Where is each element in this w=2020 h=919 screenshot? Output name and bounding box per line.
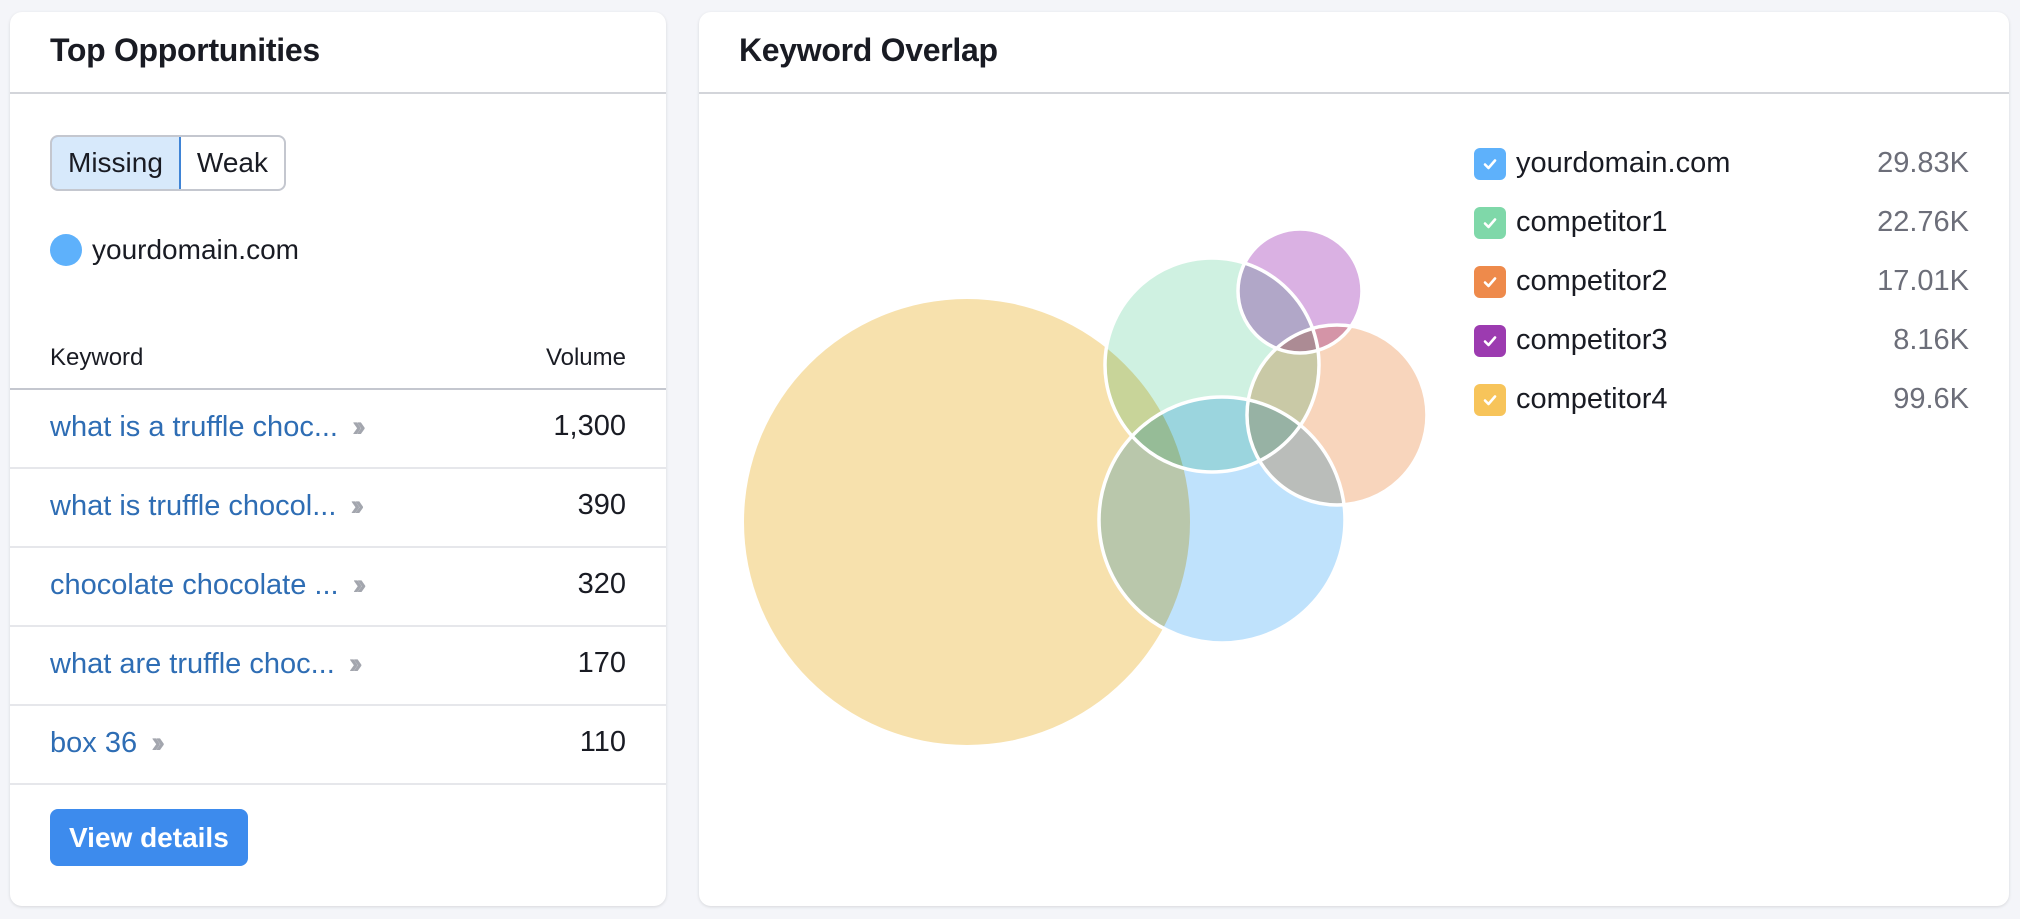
- volume-value: 320: [577, 568, 626, 600]
- legend-item: yourdomain.com 29.83K: [1474, 134, 1969, 193]
- venn-circles: [744, 227, 1429, 745]
- overlap-legend: yourdomain.com 29.83K competitor1 22.76K com…: [1474, 134, 1969, 429]
- legend-label: competitor4: [1516, 383, 1668, 415]
- legend-checkbox[interactable]: [1474, 324, 1506, 357]
- legend-label: yourdomain.com: [1516, 147, 1731, 179]
- volume-value: 390: [577, 489, 626, 521]
- legend-value: 8.16K: [1893, 324, 1969, 356]
- keyword-link[interactable]: box 36 ››: [50, 726, 165, 760]
- checkmark-icon: [1483, 217, 1497, 228]
- top-opportunities-card: Top Opportunities Missing Weak yourdomai…: [10, 12, 666, 906]
- legend-item: competitor4 99.6K: [1474, 370, 1969, 429]
- volume-value: 170: [577, 647, 626, 679]
- keyword-link[interactable]: what are truffle choc... ››: [50, 647, 363, 681]
- double-chevron-right-icon[interactable]: ››: [349, 647, 363, 681]
- volume-value: 1,300: [553, 410, 626, 442]
- legend-label: competitor3: [1516, 324, 1668, 356]
- legend-item: competitor2 17.01K: [1474, 252, 1969, 311]
- double-chevron-right-icon[interactable]: ››: [350, 489, 364, 523]
- legend-checkbox[interactable]: [1474, 383, 1506, 416]
- keyword-text: what is a truffle choc...: [50, 410, 338, 443]
- double-chevron-right-icon[interactable]: ››: [352, 410, 366, 444]
- keyword-link[interactable]: chocolate chocolate ... ››: [50, 568, 367, 602]
- table-row: chocolate chocolate ... ›› 320: [10, 548, 666, 627]
- table-row: what are truffle choc... ›› 170: [10, 627, 666, 706]
- legend-value: 99.6K: [1893, 383, 1969, 415]
- keyword-text: what is truffle chocol...: [50, 489, 337, 522]
- checkmark-icon: [1483, 394, 1497, 405]
- double-chevron-right-icon[interactable]: ››: [353, 568, 367, 602]
- checkmark-icon: [1483, 276, 1497, 287]
- legend-checkbox[interactable]: [1474, 265, 1506, 298]
- table-row: box 36 ›› 110: [10, 706, 666, 785]
- legend-value: 29.83K: [1877, 147, 1969, 179]
- toggle-missing[interactable]: Missing: [52, 137, 181, 189]
- toggle-weak[interactable]: Weak: [181, 137, 284, 189]
- checkmark-icon: [1483, 335, 1497, 346]
- keyword-text: what are truffle choc...: [50, 647, 335, 680]
- column-header-volume: Volume: [545, 344, 626, 371]
- legend-checkbox[interactable]: [1474, 147, 1506, 180]
- keyword-text: chocolate chocolate ...: [50, 568, 339, 601]
- legend-value: 17.01K: [1877, 265, 1969, 297]
- legend-label: competitor2: [1516, 265, 1668, 297]
- missing-weak-toggle: Missing Weak: [50, 135, 286, 191]
- card-header: Top Opportunities: [10, 12, 666, 94]
- keyword-link[interactable]: what is a truffle choc... ››: [50, 410, 366, 444]
- column-header-keyword: Keyword: [50, 344, 144, 371]
- legend-value: 22.76K: [1877, 206, 1969, 238]
- legend-item: competitor3 8.16K: [1474, 311, 1969, 370]
- legend-label: competitor1: [1516, 206, 1668, 238]
- keywords-table: Keyword Volume what is a truffle choc...…: [10, 322, 666, 785]
- domain-legend: yourdomain.com: [50, 234, 299, 266]
- volume-value: 110: [579, 726, 626, 758]
- double-chevron-right-icon[interactable]: ››: [151, 726, 165, 760]
- keyword-overlap-card: Keyword Overlap yourdomain.com 29.83K comp…: [699, 12, 2009, 906]
- keyword-text: box 36: [50, 726, 138, 759]
- checkmark-icon: [1483, 158, 1497, 169]
- table-row: what is a truffle choc... ›› 1,300: [10, 390, 666, 469]
- card-title: Top Opportunities: [50, 32, 320, 68]
- legend-item: competitor1 22.76K: [1474, 193, 1969, 252]
- domain-legend-label: yourdomain.com: [92, 234, 299, 265]
- domain-color-dot-icon: [50, 234, 82, 266]
- keyword-link[interactable]: what is truffle chocol... ››: [50, 489, 364, 523]
- view-details-button[interactable]: View details: [50, 809, 248, 866]
- legend-checkbox[interactable]: [1474, 206, 1506, 239]
- table-header: Keyword Volume: [10, 322, 666, 390]
- table-row: what is truffle chocol... ›› 390: [10, 469, 666, 548]
